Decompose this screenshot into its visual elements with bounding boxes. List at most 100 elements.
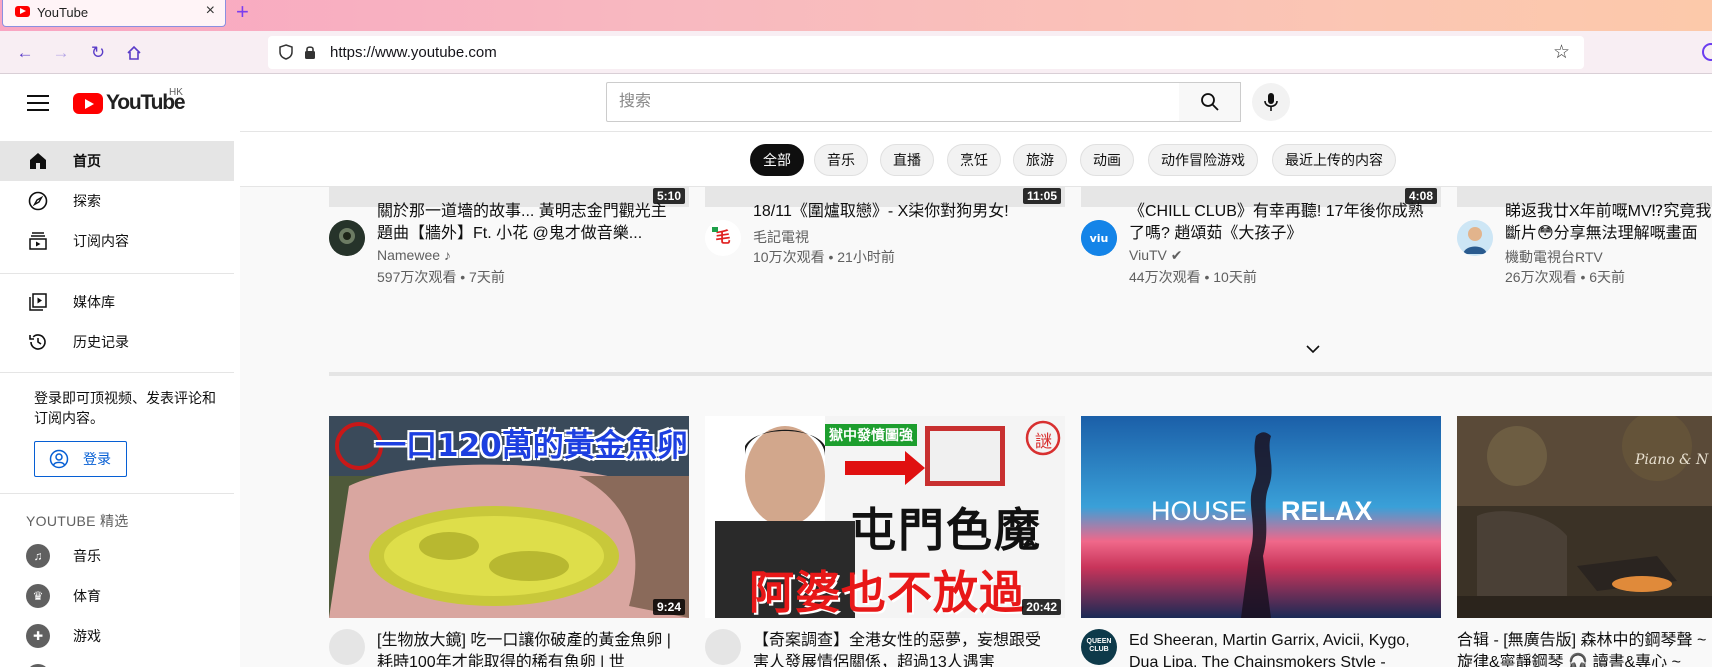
home-button[interactable] (122, 41, 146, 65)
channel-avatar[interactable] (705, 629, 741, 665)
browser-tab-strip: YouTube × + (0, 0, 1712, 31)
thumbnail-caption: 一口120萬的黃金魚卵! (375, 428, 689, 464)
video-thumbnail[interactable]: Piano & N (1457, 416, 1712, 618)
tab-close-icon[interactable]: × (206, 2, 215, 20)
chip-cooking[interactable]: 烹饪 (947, 144, 1001, 176)
channel-avatar[interactable] (329, 629, 365, 665)
sidebar-item-label: 订阅内容 (73, 233, 129, 249)
video-title[interactable]: Ed Sheeran, Martin Garrix, Avicii, Kygo,… (1129, 630, 1429, 667)
home-icon (127, 45, 141, 60)
new-tab-button[interactable]: + (236, 1, 249, 23)
video-thumbnail[interactable]: HOUSE RELAX (1081, 416, 1441, 618)
mystery-badge: 謎 (1035, 432, 1052, 452)
channel-name[interactable]: 機動電視台RTV (1505, 247, 1603, 267)
youtube-logo[interactable]: YouTube (73, 91, 186, 115)
search-icon (1200, 93, 1219, 111)
chip-action-adventure-games[interactable]: 动作冒险游戏 (1148, 144, 1258, 176)
chip-live[interactable]: 直播 (880, 144, 934, 176)
signin-prompt: 登录即可顶视频、发表评论和订阅内容。 (34, 390, 216, 426)
microphone-icon (1264, 93, 1278, 111)
video-title[interactable]: 睇返我廿X年前嘅MV⁉究竟我斷片😳分享無法理解嘅畫面 (1505, 201, 1712, 245)
video-title[interactable]: 合辑 - [無廣告版] 森林中的鋼琴聲 ~ 旋律&寧靜鋼琴 🎧 讀書&專心 ~ … (1457, 630, 1712, 667)
tab-title: YouTube (37, 5, 89, 20)
chip-travel[interactable]: 旅游 (1013, 144, 1067, 176)
browser-navigation-bar: ← → ↻ https://www.youtube.com ☆ (0, 31, 1712, 74)
duration-badge: 20:42 (1022, 599, 1061, 615)
sidebar-item-music[interactable]: ♫ 音乐 (0, 536, 234, 576)
chip-recently-uploaded[interactable]: 最近上传的内容 (1272, 144, 1396, 176)
channel-name[interactable]: Namewee ♪ (377, 247, 451, 263)
sidebar-item-sports[interactable]: ♛ 体育 (0, 576, 234, 616)
chevron-down-icon[interactable] (1303, 339, 1323, 359)
chip-music[interactable]: 音乐 (814, 144, 868, 176)
avatar-text: QUEEN CLUB (1086, 638, 1112, 653)
svg-text:viu: viu (1090, 232, 1109, 245)
music-icon: ♫ (26, 544, 50, 568)
video-title[interactable]: 【奇案調查】全港女性的惡夢，妄想跟受害人發展情侶關係，超過13人遇害 (753, 630, 1053, 667)
thumbnail-caption: 阿婆也不放過 (749, 566, 1026, 618)
channel-avatar[interactable]: QUEEN CLUB (1081, 629, 1117, 665)
user-circle-icon (49, 449, 69, 469)
sidebar-item-home[interactable]: 首页 (0, 141, 234, 181)
video-title[interactable]: 關於那一道墻的故事... 黃明志金門觀光主題曲【牆外】Ft. 小花 @鬼才做音樂… (377, 201, 677, 245)
search-button[interactable] (1179, 82, 1241, 122)
search-input[interactable] (607, 83, 1179, 121)
trophy-icon: ♛ (26, 584, 50, 608)
voice-search-button[interactable] (1252, 83, 1290, 121)
sidebar-item-library[interactable]: 媒体库 (0, 282, 234, 322)
signin-button[interactable]: 登录 (34, 441, 127, 477)
gamepad-icon: ✚ (26, 624, 50, 648)
address-bar[interactable]: https://www.youtube.com ☆ (268, 36, 1584, 69)
channel-name[interactable]: 毛記電視 (753, 227, 809, 247)
lock-icon[interactable] (303, 44, 317, 60)
youtube-header: YouTube HK (0, 75, 1712, 131)
video-title[interactable]: 18/11《圍爐取戀》- X柒你對狗男女! (753, 201, 1053, 223)
channel-name[interactable]: ViuTV ✔ (1129, 247, 1183, 264)
video-title[interactable]: [生物放大鏡] 吃一口讓你破產的黃金魚卵 | 耗時100年才能取得的稀有魚卵 |… (377, 630, 677, 667)
sidebar-item-more[interactable] (0, 656, 234, 667)
forward-button[interactable]: → (49, 41, 73, 65)
video-meta: 597万次观看 • 7天前 (377, 269, 505, 285)
shield-icon[interactable] (279, 44, 293, 60)
signin-button-label: 登录 (83, 451, 111, 467)
section-divider (329, 372, 1712, 376)
duration-badge: 9:24 (652, 599, 685, 615)
thumbnail-caption: 屯門色魔 (850, 503, 1042, 557)
channel-avatar[interactable]: viu (1081, 220, 1117, 256)
sidebar-divider (0, 493, 234, 494)
sidebar-item-label: 首页 (73, 153, 101, 169)
reload-button[interactable]: ↻ (86, 41, 110, 65)
history-icon (26, 330, 50, 354)
sidebar-divider (0, 273, 234, 274)
url-text[interactable]: https://www.youtube.com (330, 44, 497, 61)
bookmark-star-icon[interactable]: ☆ (1553, 41, 1570, 64)
video-thumbnail[interactable]: 獄中發憤圖強 謎 屯門色魔 阿婆也不放過 20:42 (705, 416, 1065, 618)
sidebar-item-label: 探索 (73, 193, 101, 209)
video-meta: 44万次观看 • 10天前 (1129, 269, 1257, 285)
browser-tab-youtube[interactable]: YouTube × (2, 0, 226, 27)
channel-avatar[interactable]: 毛 (705, 220, 741, 256)
chip-all[interactable]: 全部 (750, 144, 804, 176)
menu-hamburger-icon[interactable] (27, 92, 49, 114)
sidebar: 首页 探索 订阅内容 媒体库 历史记录 登录即可顶视频、发表评论和订阅内容。 登… (0, 131, 240, 667)
channel-avatar[interactable] (329, 220, 365, 256)
back-button[interactable]: ← (13, 41, 37, 65)
sidebar-item-subscriptions[interactable]: 订阅内容 (0, 221, 234, 261)
video-feed: 5:10 11:05 4:08 關於那一道墻的故事... 黃明志金門觀光主題曲【… (240, 187, 1712, 667)
sidebar-item-history[interactable]: 历史记录 (0, 322, 234, 362)
library-icon (26, 290, 50, 314)
home-icon (26, 149, 50, 173)
sidebar-item-gaming[interactable]: ✚ 游戏 (0, 616, 234, 656)
search-box (606, 82, 1180, 122)
video-title[interactable]: 《CHILL CLUB》有幸再聽! 17年後你成熟了嗎? 趙頌茹《大孩子》 (1129, 201, 1429, 245)
sidebar-item-label: 游戏 (73, 628, 101, 644)
chip-animation[interactable]: 动画 (1080, 144, 1134, 176)
sidebar-item-explore[interactable]: 探索 (0, 181, 234, 221)
channel-avatar[interactable] (1457, 220, 1493, 256)
sidebar-item-label: 音乐 (73, 548, 101, 564)
video-thumbnail[interactable]: 一口120萬的黃金魚卵! 9:24 (329, 416, 689, 618)
region-code: HK (169, 87, 183, 98)
youtube-favicon-icon (15, 6, 30, 17)
filter-chip-bar: 全部 音乐 直播 烹饪 旅游 动画 动作冒险游戏 最近上传的内容 (240, 131, 1712, 187)
account-icon[interactable] (1702, 43, 1712, 61)
